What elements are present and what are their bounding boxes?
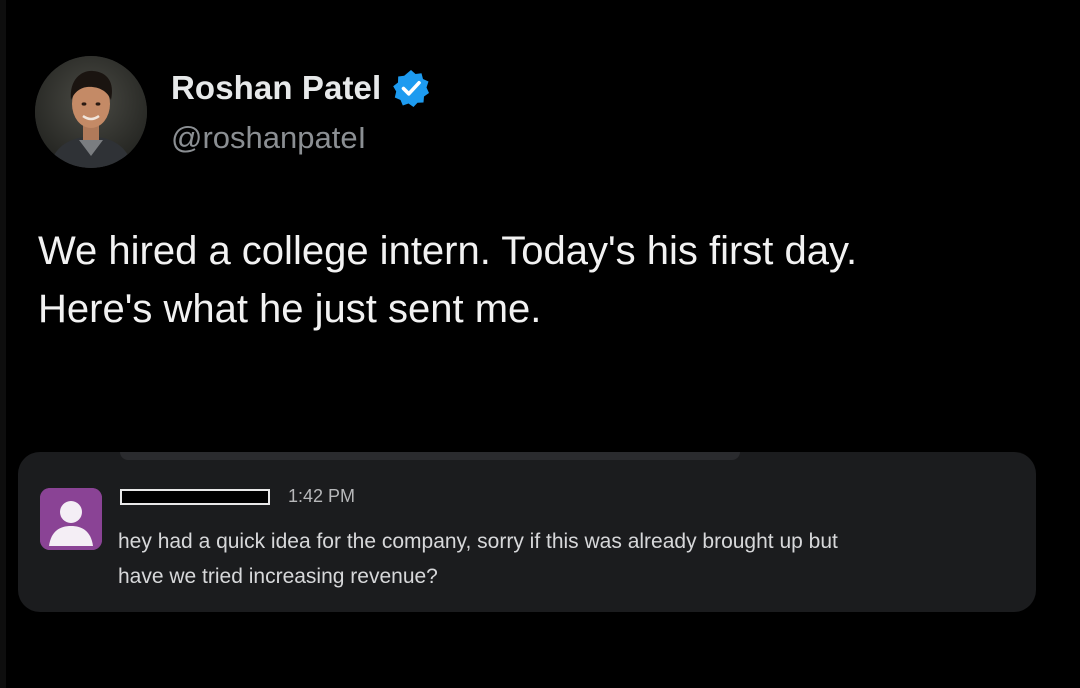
redacted-sender-name (120, 488, 270, 505)
tweet-text: We hired a college intern. Today's his f… (38, 222, 1058, 338)
author-block: Roshan Patel @roshanpateI (171, 66, 431, 156)
tweet-text-line: We hired a college intern. Today's his f… (38, 229, 858, 273)
embedded-message-screenshot[interactable]: 1:42 PM hey had a quick idea for the com… (18, 452, 1036, 612)
author-avatar[interactable] (35, 56, 147, 168)
screen-edge (0, 0, 6, 688)
message-timestamp: 1:42 PM (288, 486, 356, 506)
verified-badge-icon (391, 68, 431, 108)
embedded-card-topline (120, 452, 740, 460)
tweet-text-line: Here's what he just sent me. (38, 287, 542, 331)
tweet[interactable]: Roshan Patel @roshanpateI We hired a col… (0, 0, 1080, 688)
author-display-name[interactable]: Roshan Patel (171, 69, 381, 107)
message-body-line: hey had a quick idea for the company, so… (118, 530, 838, 553)
profile-photo (35, 56, 147, 168)
message-body-line: have we tried increasing revenue? (118, 565, 438, 588)
author-name-row: Roshan Patel (171, 66, 431, 110)
message-body: hey had a quick idea for the company, so… (118, 524, 1018, 594)
message-header: 1:42 PM (120, 486, 355, 507)
author-handle[interactable]: @roshanpateI (171, 120, 431, 156)
default-user-icon (40, 488, 102, 550)
